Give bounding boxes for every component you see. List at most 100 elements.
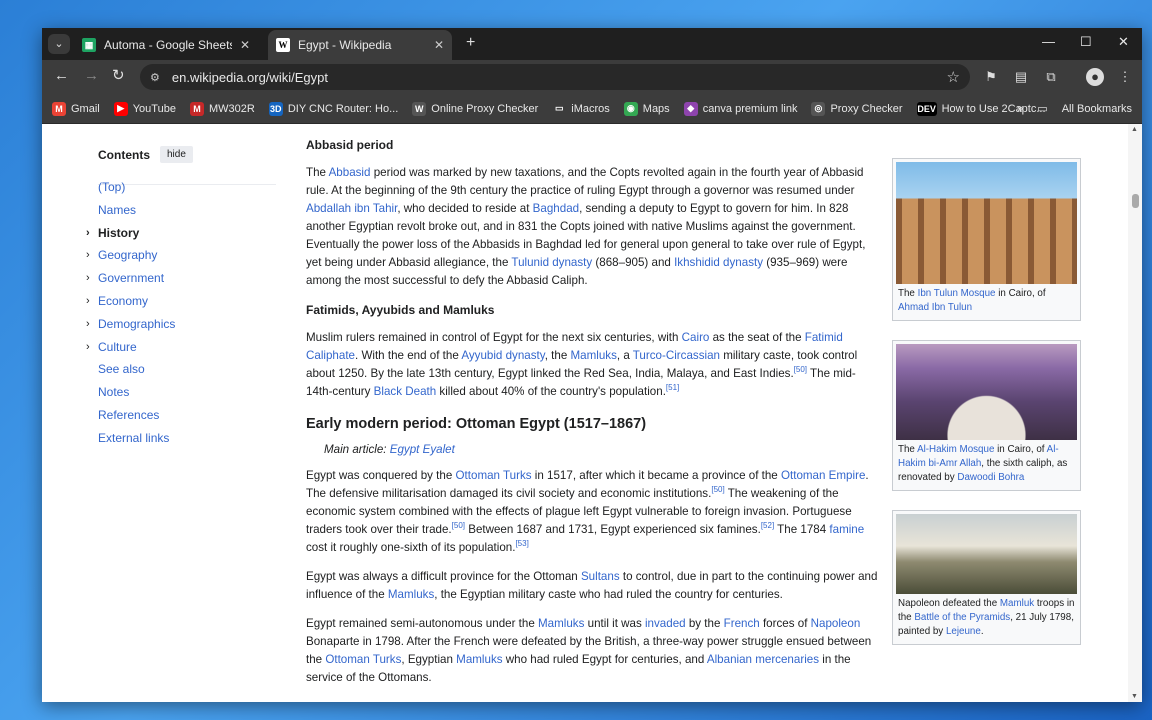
globe-icon: ◎ (811, 101, 826, 116)
close-tab-icon[interactable]: ✕ (240, 38, 250, 52)
inline-link[interactable]: Cairo (682, 331, 710, 344)
sheets-icon: ▦ (82, 38, 96, 52)
inline-link[interactable]: Turco-Circassian (633, 349, 720, 362)
bookmark-item[interactable]: ▭ iMacros (552, 101, 610, 116)
al-hakim-mosque-image[interactable] (896, 344, 1077, 440)
inline-link[interactable]: Napoleon (811, 617, 861, 630)
citation-link[interactable]: [52] (761, 521, 774, 530)
inline-link[interactable]: Black Death (374, 385, 437, 398)
extensions-puzzle-icon[interactable]: ⧉ (1042, 68, 1060, 86)
citation-link[interactable]: [50] (711, 485, 724, 494)
tab-search-button[interactable]: ⌄ (48, 34, 70, 54)
bookmark-item[interactable]: ▶ YouTube (113, 101, 176, 116)
bookmark-item[interactable]: ◎ Proxy Checker (811, 101, 903, 116)
minimize-button[interactable]: — (1042, 34, 1055, 49)
hatnote-link[interactable]: Egypt Eyalet (390, 443, 455, 456)
chevron-right-icon[interactable]: › (86, 293, 90, 309)
menu-kebab-icon[interactable]: ⋮ (1116, 68, 1134, 86)
inline-link[interactable]: Albanian mercenaries (707, 653, 819, 666)
tab-google-sheets[interactable]: ▦ Automa - Google Sheets ✕ (74, 30, 258, 60)
inline-link[interactable]: Mamluks (538, 617, 584, 630)
chevron-right-icon[interactable]: › (86, 316, 90, 332)
ibn-tulun-mosque-image[interactable] (896, 162, 1077, 284)
toc-item[interactable]: External links (98, 430, 274, 453)
bookmark-item[interactable]: W Online Proxy Checker (412, 101, 538, 116)
profile-avatar-icon[interactable]: ● (1086, 68, 1104, 86)
battle-of-pyramids-image[interactable] (896, 514, 1077, 594)
citation-link[interactable]: [50] (794, 365, 807, 374)
toc-item[interactable]: Names (98, 202, 274, 225)
maximize-button[interactable]: ☐ (1080, 34, 1092, 50)
extension-icon[interactable]: ▤ (1012, 68, 1030, 86)
toc-item[interactable]: › Economy (86, 293, 274, 316)
new-tab-button[interactable]: + (466, 34, 475, 52)
forward-icon[interactable]: → (84, 68, 99, 84)
extension-icon[interactable]: ⚑ (982, 68, 1000, 86)
citation-link[interactable]: [51] (666, 383, 679, 392)
inline-link[interactable]: Ottoman Empire (781, 469, 865, 482)
inline-link[interactable]: Ayyubid dynasty (461, 349, 544, 362)
toc-item[interactable]: Notes (98, 384, 274, 407)
reload-icon[interactable]: ↻ (112, 68, 125, 84)
toc-item[interactable]: › Demographics (86, 316, 274, 339)
chevron-right-icon[interactable]: › (86, 270, 90, 286)
inline-link[interactable]: Abbasid (329, 166, 371, 179)
inline-link[interactable]: Lejeune (946, 626, 981, 637)
citation-link[interactable]: [53] (515, 539, 528, 548)
address-bar[interactable]: ⚙ en.wikipedia.org/wiki/Egypt ☆ (140, 64, 970, 90)
inline-link[interactable]: Battle of the Pyramids (914, 612, 1010, 623)
toc-item[interactable]: › Culture (86, 339, 274, 362)
bookmark-label: Proxy Checker (830, 102, 903, 115)
back-icon[interactable]: ← (54, 68, 69, 84)
bookmark-item[interactable]: 3D DIY CNC Router: Ho... (268, 101, 399, 116)
scroll-up-icon[interactable]: ▲ (1131, 126, 1138, 133)
inline-link[interactable]: Mamluks (456, 653, 502, 666)
tab-wikipedia[interactable]: W Egypt - Wikipedia ✕ (268, 30, 452, 60)
bookmark-label: DIY CNC Router: Ho... (287, 102, 399, 115)
scrollbar-thumb[interactable] (1132, 194, 1139, 208)
chevron-right-icon[interactable]: › (86, 247, 90, 263)
inline-link[interactable]: French (724, 617, 760, 630)
scroll-down-icon[interactable]: ▼ (1131, 693, 1138, 700)
inline-link[interactable]: Mamluk (1000, 598, 1034, 609)
toc-item[interactable]: › Government (86, 270, 274, 293)
inline-link[interactable]: Baghdad (533, 202, 579, 215)
page-scrollbar[interactable]: ▲ ▼ (1128, 124, 1142, 702)
bookmark-star-icon[interactable]: ☆ (947, 68, 960, 86)
inline-link[interactable]: invaded (645, 617, 686, 630)
toc-item[interactable]: See also (98, 361, 274, 384)
inline-link[interactable]: Ottoman Turks (456, 469, 532, 482)
inline-link[interactable]: Al-Hakim Mosque (917, 444, 994, 455)
inline-link[interactable]: famine (829, 523, 864, 536)
inline-link[interactable]: Ikhshidid dynasty (674, 256, 763, 269)
toc-hide-button[interactable]: hide (160, 146, 193, 163)
chevron-right-icon[interactable]: › (86, 225, 90, 241)
all-bookmarks-button[interactable]: All Bookmarks (1062, 103, 1132, 115)
inline-link[interactable]: Mamluks (570, 349, 616, 362)
inline-link[interactable]: Ahmad Ibn Tulun (898, 302, 972, 313)
bookmark-item[interactable]: M Gmail (52, 101, 100, 116)
site-info-icon[interactable]: ⚙ (150, 71, 160, 84)
toc-item[interactable]: (Top) (98, 179, 274, 202)
toc-item[interactable]: › History (86, 225, 274, 248)
more-bookmarks-icon[interactable]: » (1017, 103, 1023, 115)
toc-item-label: See also (98, 362, 145, 377)
close-tab-icon[interactable]: ✕ (434, 38, 444, 52)
inline-link[interactable]: Dawoodi Bohra (957, 472, 1024, 483)
bookmark-item[interactable]: ◉ Maps (623, 101, 670, 116)
inline-link[interactable]: Tulunid dynasty (511, 256, 592, 269)
toc-item[interactable]: › Geography (86, 247, 274, 270)
inline-link[interactable]: Ottoman Turks (325, 653, 401, 666)
inline-link[interactable]: Sultans (581, 570, 620, 583)
close-window-button[interactable]: ✕ (1118, 34, 1129, 50)
bookmark-item[interactable]: ◆ canva premium link (683, 101, 797, 116)
all-bookmarks-folder-icon[interactable]: ▭ (1037, 102, 1047, 115)
inline-link[interactable]: Mamluks (388, 588, 434, 601)
citation-link[interactable]: [50] (452, 521, 465, 530)
toc-item[interactable]: References (98, 407, 274, 430)
inline-link[interactable]: Abdallah ibn Tahir (306, 202, 397, 215)
bookmark-item[interactable]: M MW302R (189, 101, 255, 116)
url-text[interactable]: en.wikipedia.org/wiki/Egypt (172, 70, 328, 85)
inline-link[interactable]: Ibn Tulun Mosque (918, 288, 996, 299)
chevron-right-icon[interactable]: › (86, 339, 90, 355)
